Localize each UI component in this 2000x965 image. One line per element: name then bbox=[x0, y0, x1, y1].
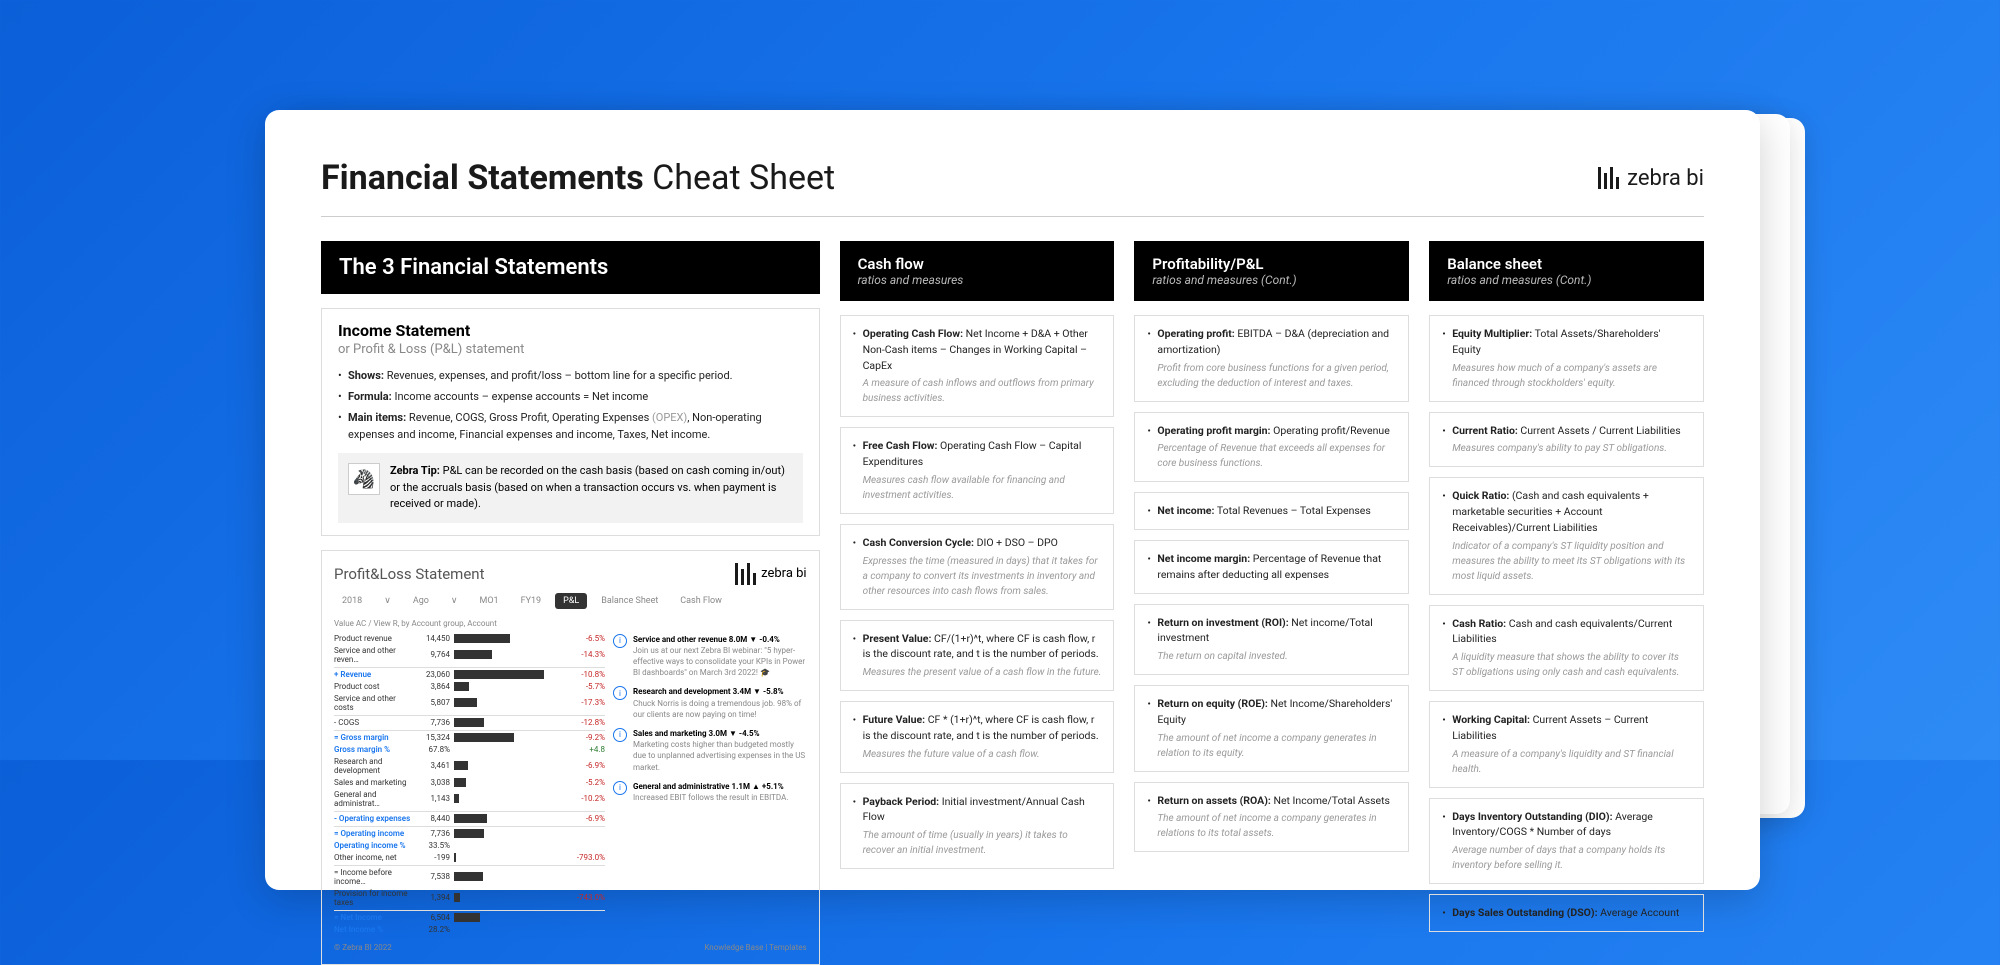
metric-card: Working Capital: Current Assets – Curren… bbox=[1429, 701, 1704, 788]
income-statement-section: Income Statement or Profit & Loss (P&L) … bbox=[321, 308, 820, 536]
metric-card: Operating Cash Flow: Net Income + D&A + … bbox=[840, 315, 1115, 417]
metric-card: Return on assets (ROA): Net Income/Total… bbox=[1134, 782, 1409, 853]
column-main: The 3 Financial Statements Income Statem… bbox=[321, 241, 820, 965]
main-section-header: The 3 Financial Statements bbox=[321, 241, 820, 294]
brand-logo: zebra bi bbox=[1598, 166, 1704, 191]
pl-row: Service and other costs5,807-17.3% bbox=[334, 694, 605, 712]
pl-row: Operating income %33.5% bbox=[334, 841, 605, 850]
income-formula: Formula: Income accounts – expense accou… bbox=[338, 388, 803, 405]
pl-row: - Operating expenses8,440-6.9% bbox=[334, 811, 605, 823]
pl-logo: zebra bi bbox=[735, 563, 806, 585]
column-balance: Balance sheetratios and measures (Cont.)… bbox=[1429, 241, 1704, 965]
metric-card: Return on investment (ROI): Net income/T… bbox=[1134, 604, 1409, 676]
document-page: Financial Statements Cheat Sheet zebra b… bbox=[265, 110, 1760, 890]
metric-card: Future Value: CF * (1+r)^t, where CF is … bbox=[840, 701, 1115, 773]
income-title: Income Statement bbox=[338, 321, 803, 340]
tab-pl: P&L bbox=[555, 593, 587, 609]
pl-row: - COGS7,736-12.8% bbox=[334, 715, 605, 727]
income-subtitle: or Profit & Loss (P&L) statement bbox=[338, 342, 803, 357]
metric-card: Current Ratio: Current Assets / Current … bbox=[1429, 412, 1704, 468]
cashflow-header: Cash flowratios and measures bbox=[840, 241, 1115, 301]
balance-header: Balance sheetratios and measures (Cont.) bbox=[1429, 241, 1704, 301]
tab-balance: Balance Sheet bbox=[593, 593, 666, 609]
metric-card: Quick Ratio: (Cash and cash equivalents … bbox=[1429, 477, 1704, 594]
pl-row: Sales and marketing3,038-5.2% bbox=[334, 778, 605, 787]
pl-waterfall: Product revenue14,450-6.5% Service and ot… bbox=[334, 634, 605, 937]
column-cashflow: Cash flowratios and measures Operating C… bbox=[840, 241, 1115, 965]
tab-cashflow: Cash Flow bbox=[672, 593, 730, 609]
metric-card: Present Value: CF/(1+r)^t, where CF is c… bbox=[840, 620, 1115, 692]
metric-card: Days Inventory Outstanding (DIO): Averag… bbox=[1429, 798, 1704, 885]
pl-note: iSales and marketing 3.0M ▼ -4.5%Marketi… bbox=[613, 728, 807, 773]
page-title: Financial Statements Cheat Sheet bbox=[321, 158, 835, 198]
pl-statement-preview: Profit&Loss Statement zebra bi 2018∨Ago∨… bbox=[321, 550, 820, 965]
pl-row: Net Income %28.2% bbox=[334, 925, 605, 934]
pl-row: Product cost3,864-5.7% bbox=[334, 682, 605, 691]
pl-row: Provision for income taxes1,394-743.0% bbox=[334, 889, 605, 907]
income-main-items: Main items: Revenue, COGS, Gross Profit,… bbox=[338, 409, 803, 443]
pl-row: Gross margin %67.8%+4.8 bbox=[334, 745, 605, 754]
metric-card: Return on equity (ROE): Net Income/Share… bbox=[1134, 685, 1409, 772]
pl-note: iService and other revenue 8.0M ▼ -0.4%J… bbox=[613, 634, 807, 679]
metric-card: Cash Ratio: Cash and cash equivalents/Cu… bbox=[1429, 605, 1704, 692]
pl-hint: Value AC / View R, by Account group, Acc… bbox=[334, 619, 807, 628]
pl-tabs: 2018∨Ago∨ MO1FY19 P&L Balance Sheet Cash… bbox=[334, 593, 807, 609]
pl-note: iGeneral and administrative 1.1M ▲ +5.1%… bbox=[613, 781, 807, 803]
pl-row: General and administrat…1,143-10.2% bbox=[334, 790, 605, 808]
document-header: Financial Statements Cheat Sheet zebra b… bbox=[321, 158, 1704, 217]
metric-card: Cash Conversion Cycle: DIO + DSO – DPOEx… bbox=[840, 524, 1115, 610]
pl-row: Research and development3,461-6.9% bbox=[334, 757, 605, 775]
pl-row: = Gross margin15,324-9.2% bbox=[334, 730, 605, 742]
pl-row: = Operating income7,736 bbox=[334, 826, 605, 838]
pl-note: iResearch and development 3.4M ▼ -5.8%Ch… bbox=[613, 686, 807, 720]
pl-row: = Net Income6,504 bbox=[334, 910, 605, 922]
metric-card: Net income: Total Revenues – Total Expen… bbox=[1134, 492, 1409, 530]
zebra-icon: 🦓 bbox=[348, 463, 380, 495]
logo-bars-icon bbox=[1598, 167, 1619, 189]
income-shows: Shows: Revenues, expenses, and profit/lo… bbox=[338, 367, 803, 384]
pl-row: Product revenue14,450-6.5% bbox=[334, 634, 605, 643]
pl-row: Service and other reven…9,764-14.3% bbox=[334, 646, 605, 664]
zebra-tip: 🦓 Zebra Tip: P&L can be recorded on the … bbox=[338, 453, 803, 523]
pl-row: Other income, net-199-793.0% bbox=[334, 853, 605, 862]
metric-card: Equity Multiplier: Total Assets/Sharehol… bbox=[1429, 315, 1704, 402]
pl-footer: © Zebra BI 2022Knowledge Base | Template… bbox=[334, 943, 807, 952]
pl-notes: iService and other revenue 8.0M ▼ -0.4%J… bbox=[613, 634, 807, 937]
pl-row: = Income before income…7,538 bbox=[334, 865, 605, 886]
metric-card: Payback Period: Initial investment/Annua… bbox=[840, 783, 1115, 870]
metric-card: Operating profit: EBITDA – D&A (deprecia… bbox=[1134, 315, 1409, 402]
metric-card: Free Cash Flow: Operating Cash Flow – Ca… bbox=[840, 427, 1115, 514]
column-profitability: Profitability/P&Lratios and measures (Co… bbox=[1134, 241, 1409, 965]
metric-card: Net income margin: Percentage of Revenue… bbox=[1134, 540, 1409, 594]
profitability-header: Profitability/P&Lratios and measures (Co… bbox=[1134, 241, 1409, 301]
pl-row: + Revenue23,060-10.8% bbox=[334, 667, 605, 679]
metric-card: Days Sales Outstanding (DSO): Average Ac… bbox=[1429, 894, 1704, 932]
pl-title: Profit&Loss Statement bbox=[334, 565, 484, 583]
metric-card: Operating profit margin: Operating profi… bbox=[1134, 412, 1409, 483]
